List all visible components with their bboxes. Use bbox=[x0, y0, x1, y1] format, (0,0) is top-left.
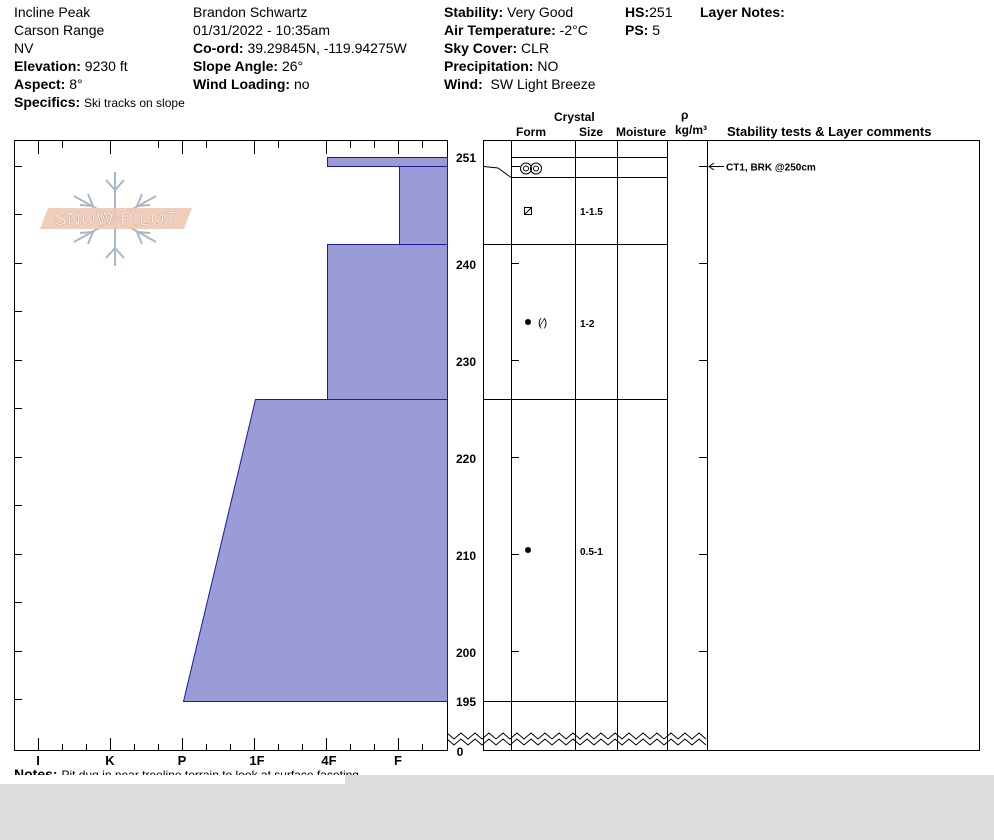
height-label-200: 200 bbox=[456, 646, 476, 660]
table-ticks bbox=[511, 166, 707, 652]
form-faceted-icon bbox=[524, 207, 532, 215]
snow-pilot-logo: SNOW PILOT bbox=[40, 172, 192, 266]
column-dividers bbox=[511, 141, 708, 750]
hardness-profile bbox=[182, 157, 448, 702]
size-layer-2: 1-1.5 bbox=[580, 207, 603, 218]
height-label-0: 0 bbox=[457, 745, 464, 759]
height-axis-labels: 251 240 230 220 210 200 195 0 bbox=[456, 151, 476, 759]
footer-band bbox=[0, 775, 994, 840]
hardness-bottom-ticks bbox=[38, 738, 423, 750]
layer-table-frame bbox=[483, 140, 980, 751]
ct-result: CT1, BRK @250cm bbox=[726, 163, 816, 174]
logo-text: SNOW PILOT bbox=[54, 209, 177, 229]
footer-band-notch bbox=[0, 775, 345, 784]
form-melt-icon bbox=[520, 162, 542, 175]
hardness-top-ticks bbox=[38, 141, 423, 154]
hardness-chart: SNOW PILOT I K P 1F 4F F bbox=[14, 140, 448, 768]
height-label-195: 195 bbox=[456, 695, 476, 709]
hardness-layer-1 bbox=[327, 157, 448, 167]
hardness-label-f: F bbox=[394, 753, 402, 768]
form-rounds-icon bbox=[525, 547, 531, 553]
profile-graphics: SNOW PILOT I K P 1F 4F F 251 240 230 220… bbox=[14, 140, 980, 768]
hardness-left-ticks bbox=[14, 166, 22, 700]
form-paren-symbol: (⁄) bbox=[538, 317, 547, 329]
hardness-layer-3 bbox=[327, 244, 448, 400]
form-rounds-facets-icon: (⁄) bbox=[525, 317, 547, 329]
size-layer-3: 1-2 bbox=[580, 319, 595, 330]
height-label-240: 240 bbox=[456, 258, 476, 272]
height-label-230: 230 bbox=[456, 355, 476, 369]
height-label-220: 220 bbox=[456, 452, 476, 466]
crystal-sizes: 1-1.5 1-2 0.5-1 bbox=[580, 207, 603, 558]
snow-profile-page: Incline Peak Carson Range NV Elevation: … bbox=[0, 0, 994, 840]
layer-table: (⁄) 1-1.5 1-2 0.5-1 CT1, BRK @250cm bbox=[446, 140, 980, 751]
size-layer-4: 0.5-1 bbox=[580, 547, 603, 558]
height-label-210: 210 bbox=[456, 549, 476, 563]
hardness-layer-2 bbox=[399, 166, 448, 245]
height-label-251: 251 bbox=[456, 151, 476, 165]
hardness-layer-4 bbox=[182, 399, 448, 702]
stability-test-marker: CT1, BRK @250cm bbox=[708, 163, 816, 174]
